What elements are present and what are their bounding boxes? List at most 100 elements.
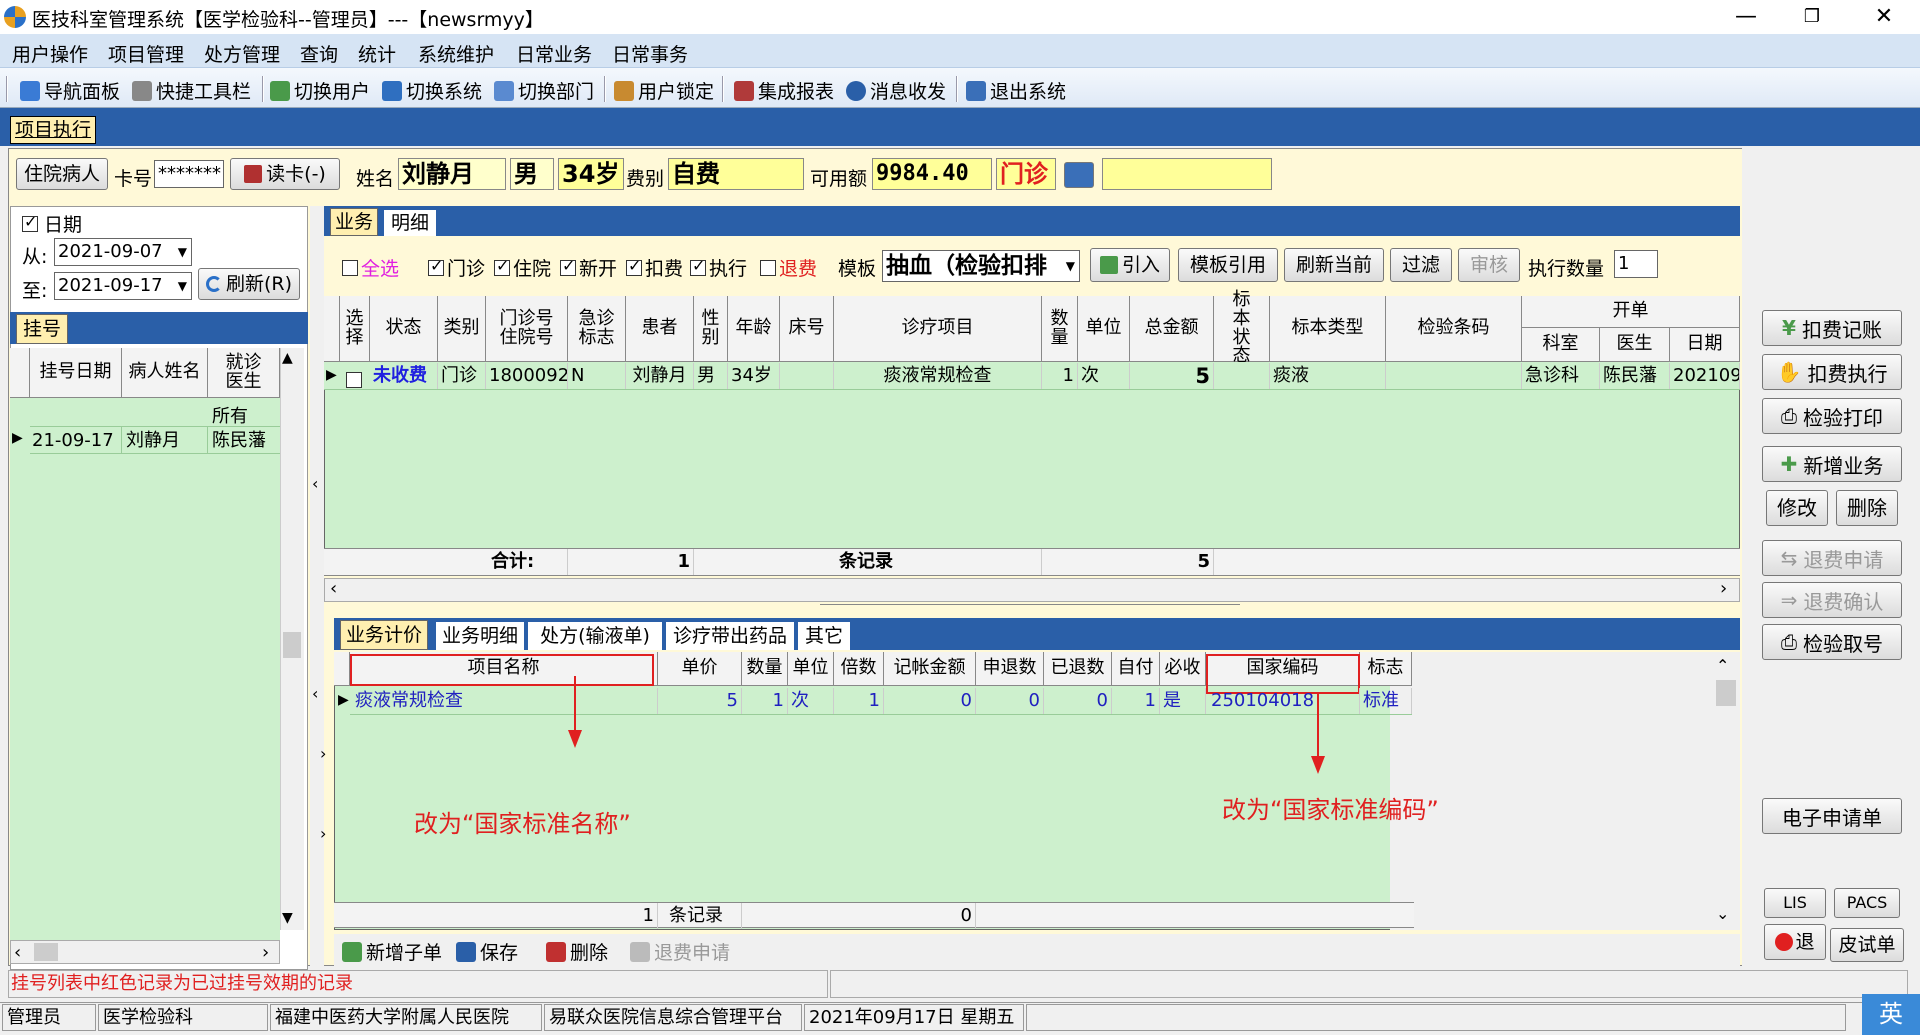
refund-request-button[interactable]: 退费申请 [630, 938, 730, 965]
chevron-down-icon[interactable]: ▼ [178, 239, 187, 265]
col-quantity[interactable]: 数量 [1042, 296, 1078, 362]
from-date-picker[interactable]: 2021-09-07 ▼ [54, 238, 192, 266]
exit-button[interactable]: 退 [1764, 924, 1826, 960]
skin-test-button[interactable]: 皮试单 [1830, 928, 1904, 962]
tab-carried-drugs[interactable]: 诊疗带出药品 [666, 622, 794, 650]
scroll-thumb[interactable] [1716, 680, 1736, 706]
tab-project-execution[interactable]: 项目执行 [10, 116, 96, 144]
edit-button[interactable]: 修改 [1766, 490, 1828, 526]
tab-detail[interactable]: 明细 [384, 210, 436, 236]
refund-checkbox[interactable] [760, 259, 776, 276]
col-emergency[interactable]: 急诊标志 [568, 296, 626, 362]
scroll-down-icon[interactable]: ▼ [282, 910, 293, 926]
scroll-left-icon[interactable]: ‹ [330, 578, 337, 599]
col-account-amount[interactable]: 记帐金额 [884, 652, 976, 686]
col-detail-qty[interactable]: 数量 [742, 652, 788, 686]
refund-confirm-button[interactable]: ⇒ 退费确认 [1762, 582, 1902, 618]
add-business-button[interactable]: ✚ 新增业务 [1762, 446, 1902, 482]
scroll-thumb[interactable] [283, 632, 301, 658]
lab-print-button[interactable]: ⎙ 检验打印 [1762, 398, 1902, 434]
horizontal-splitter[interactable] [820, 604, 1240, 614]
filter-inpatient[interactable]: 住院 [494, 254, 551, 281]
toolbar-switch-dept[interactable]: 切换部门 [494, 77, 594, 104]
scroll-left-icon[interactable]: ‹ [14, 942, 21, 963]
inpatient-checkbox[interactable] [494, 256, 510, 276]
filter-button[interactable]: 过滤 [1390, 248, 1452, 282]
toolbar-lock-user[interactable]: 用户锁定 [614, 77, 714, 104]
chevron-down-icon[interactable]: ▼ [178, 273, 187, 299]
collapse-left-icon[interactable]: ‹ [312, 474, 318, 493]
menu-query[interactable]: 查询 [300, 40, 338, 67]
charge-record-button[interactable]: ¥ 扣费记账 [1762, 310, 1902, 346]
template-ref-button[interactable]: 模板引用 [1178, 248, 1278, 282]
charged-checkbox[interactable] [626, 256, 642, 276]
col-status[interactable]: 状态 [370, 296, 438, 362]
col-flag[interactable]: 标志 [1360, 652, 1412, 686]
tab-pricing[interactable]: 业务计价 [340, 620, 428, 650]
col-doctor[interactable]: 就诊医生 [208, 348, 280, 398]
col-required[interactable]: 必收 [1160, 652, 1206, 686]
select-checkbox[interactable] [346, 371, 362, 388]
panel-splitter[interactable] [310, 206, 324, 970]
select-all-checkbox[interactable] [342, 259, 358, 276]
scroll-up-icon[interactable]: ⌃ [1716, 656, 1729, 675]
scroll-right-icon[interactable]: › [262, 942, 269, 963]
add-sub-order-button[interactable]: 新增子单 [342, 938, 442, 965]
toolbar-switch-system[interactable]: 切换系统 [382, 77, 482, 104]
col-multiple[interactable]: 倍数 [834, 652, 884, 686]
col-total-amount[interactable]: 总金额 [1130, 296, 1214, 362]
col-dept[interactable]: 科室 [1522, 328, 1600, 362]
toolbar-switch-user[interactable]: 切换用户 [270, 77, 370, 104]
filter-executed[interactable]: 执行 [690, 254, 747, 281]
toolbar-report[interactable]: 集成报表 [734, 77, 834, 104]
inpatient-button[interactable]: 住院病人 [16, 158, 108, 190]
col-unit[interactable]: 单位 [1078, 296, 1130, 362]
refresh-current-button[interactable]: 刷新当前 [1284, 248, 1384, 282]
scroll-up-icon[interactable]: ▲ [282, 350, 293, 366]
read-card-button[interactable]: 读卡(-) [230, 158, 340, 190]
chevron-down-icon[interactable]: ▼ [1066, 251, 1075, 281]
col-visit-no[interactable]: 门诊号住院号 [486, 296, 568, 362]
tab-prescription[interactable]: 处方(输液单) [528, 622, 662, 650]
col-req-refund[interactable]: 申退数 [976, 652, 1044, 686]
to-date-picker[interactable]: 2021-09-17 ▼ [54, 272, 192, 300]
col-reg-date[interactable]: 挂号日期 [30, 348, 122, 398]
camera-icon[interactable] [1064, 162, 1094, 188]
menu-user-ops[interactable]: 用户操作 [12, 40, 88, 67]
charge-execute-button[interactable]: ✋ 扣费执行 [1762, 354, 1902, 390]
menu-prescription-mgmt[interactable]: 处方管理 [204, 40, 280, 67]
expand-right-icon[interactable]: › [320, 824, 326, 843]
col-treatment-item[interactable]: 诊疗项目 [834, 296, 1042, 362]
executed-checkbox[interactable] [690, 256, 706, 276]
col-patient-name[interactable]: 病人姓名 [122, 348, 208, 398]
review-button[interactable]: 审核 [1458, 248, 1520, 282]
tab-business-detail[interactable]: 业务明细 [436, 622, 524, 650]
col-sample-type[interactable]: 标本类型 [1270, 296, 1386, 362]
filter-new[interactable]: 新开 [560, 254, 617, 281]
menu-project-mgmt[interactable]: 项目管理 [108, 40, 184, 67]
filter-refund[interactable]: 退费 [760, 254, 817, 281]
pacs-button[interactable]: PACS [1834, 888, 1900, 918]
menu-daily-business[interactable]: 日常业务 [516, 40, 592, 67]
menu-system-maint[interactable]: 系统维护 [418, 40, 494, 67]
table-row[interactable]: 21-09-17 刘静月 陈民藩 [30, 426, 280, 454]
col-sex[interactable]: 性别 [694, 296, 728, 362]
tab-registration[interactable]: 挂号 [16, 314, 68, 344]
template-select[interactable]: 抽血（检验扣排 ▼ [882, 250, 1080, 282]
refresh-button[interactable]: 刷新(R) [198, 268, 300, 300]
close-button[interactable]: ✕ [1860, 2, 1908, 32]
col-order-date[interactable]: 日期 [1670, 328, 1740, 362]
col-unit-price[interactable]: 单价 [658, 652, 742, 686]
col-order-doctor[interactable]: 医生 [1600, 328, 1670, 362]
col-self-pay[interactable]: 自付 [1112, 652, 1160, 686]
restore-button[interactable]: ❐ [1788, 2, 1836, 32]
e-request-button[interactable]: 电子申请单 [1762, 798, 1902, 834]
menu-daily-affairs[interactable]: 日常事务 [612, 40, 688, 67]
col-group-order[interactable]: 开单 [1522, 296, 1740, 328]
toolbar-nav-panel[interactable]: 导航面板 [20, 77, 120, 104]
col-age[interactable]: 年龄 [728, 296, 780, 362]
expand-right-icon[interactable]: › [320, 744, 326, 763]
col-category[interactable]: 类别 [438, 296, 486, 362]
lab-ticket-button[interactable]: ⎙ 检验取号 [1762, 624, 1902, 660]
delete-button[interactable]: 删除 [546, 938, 608, 965]
